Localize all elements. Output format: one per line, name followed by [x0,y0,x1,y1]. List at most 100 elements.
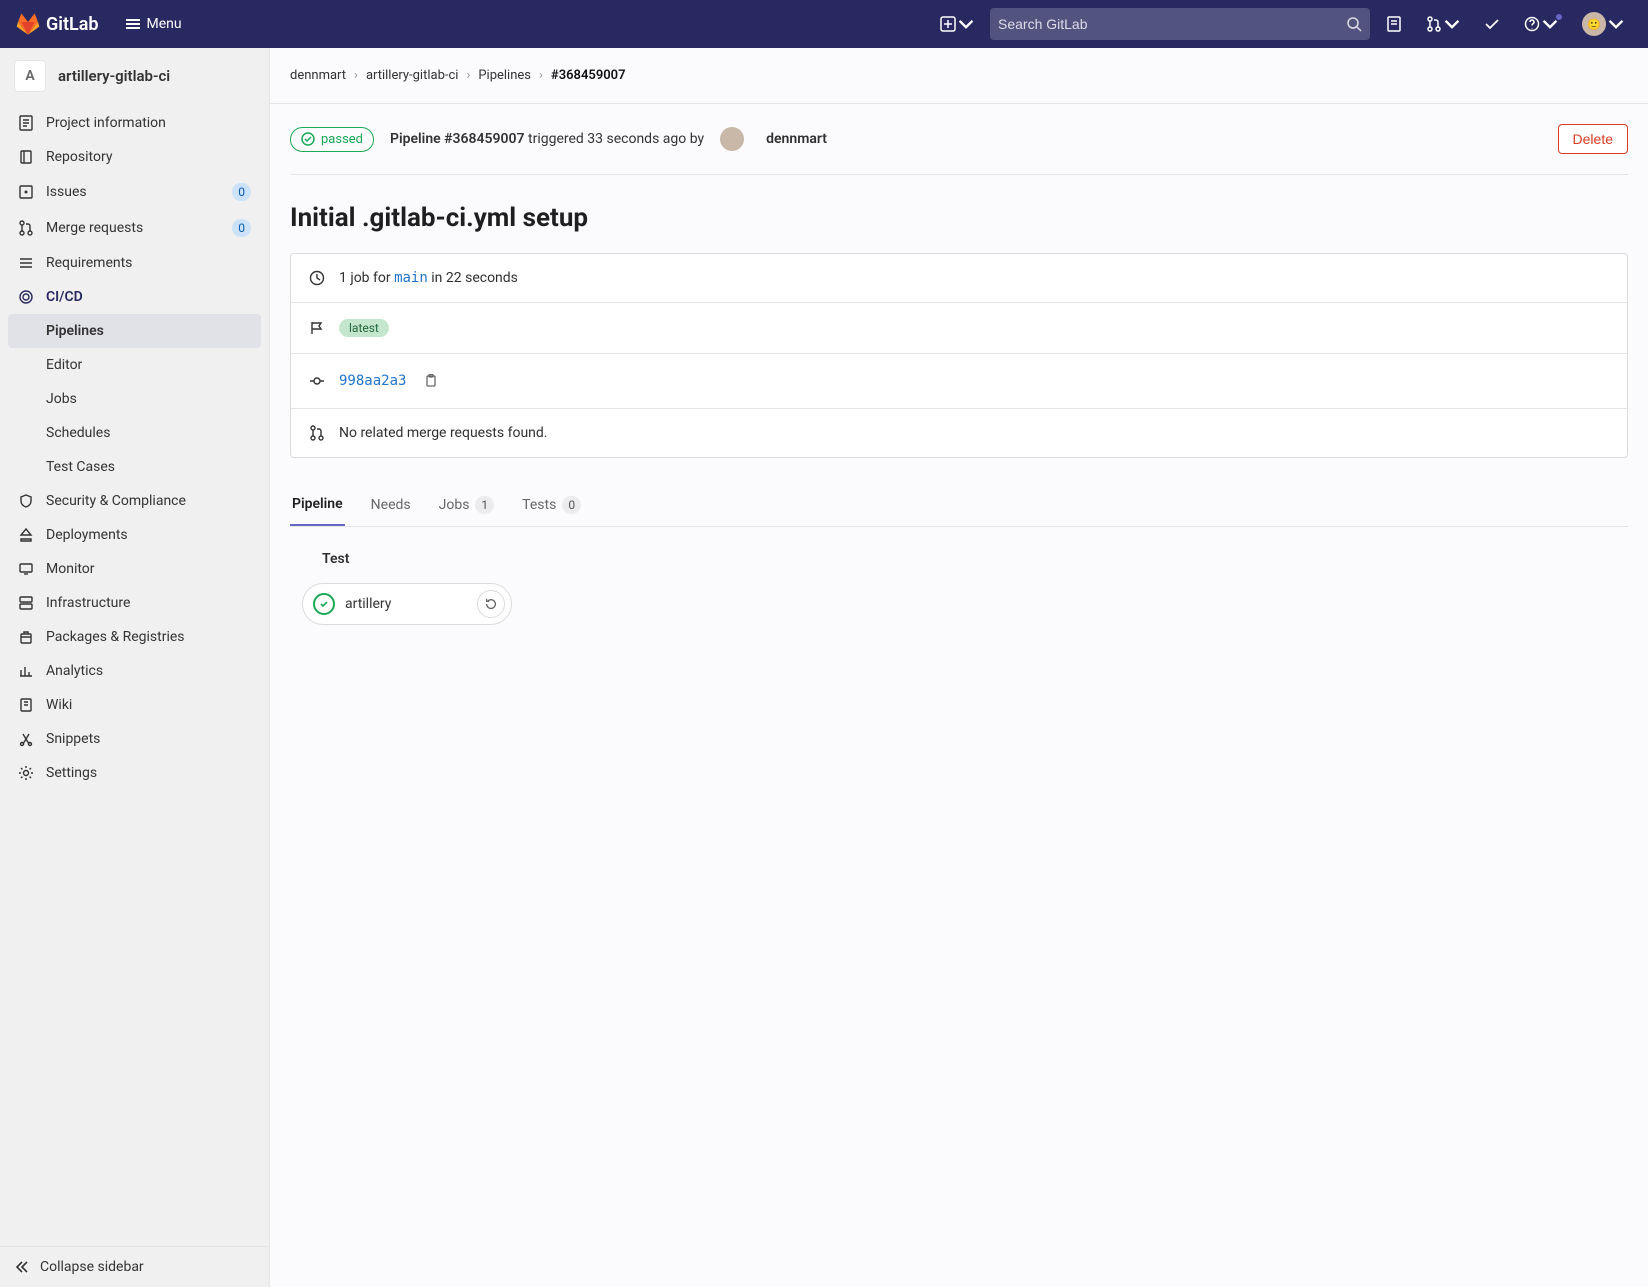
sidebar-item-repo[interactable]: Repository [8,140,261,174]
deploy-icon [18,527,34,543]
infra-icon [18,595,34,611]
create-new-button[interactable] [932,10,982,38]
pipeline-status-badge: passed [290,127,374,152]
analytics-icon [18,663,34,679]
sidebar-item-label: Settings [46,765,97,781]
sidebar-item-wiki[interactable]: Wiki [8,688,261,722]
sidebar-item-label: Project information [46,115,166,131]
job-card[interactable]: artillery [302,583,512,625]
menu-button[interactable]: Menu [115,10,192,38]
issues-icon [18,184,34,200]
req-icon [18,255,34,271]
tab-tests[interactable]: Tests0 [520,484,583,526]
retry-job-button[interactable] [477,590,505,618]
sidebar-item-shield[interactable]: Security & Compliance [8,484,261,518]
sidebar-item-info[interactable]: Project information [8,106,261,140]
clipboard-icon [424,374,438,388]
sidebar-item-req[interactable]: Requirements [8,246,261,280]
gitlab-logo[interactable]: GitLab [16,12,99,36]
collapse-sidebar-button[interactable]: Collapse sidebar [0,1246,269,1287]
project-header[interactable]: A artillery-gitlab-ci [0,48,269,104]
pipeline-title: Initial .gitlab-ci.yml setup [290,175,1628,253]
project-avatar: A [14,60,46,92]
cicd-icon [18,289,34,305]
clock-icon [309,270,325,286]
issue-icon [1386,16,1402,32]
count-badge: 1 [475,496,494,514]
breadcrumb-item[interactable]: dennmart [290,68,346,83]
summary-jobs-row: 1 job for main in 22 seconds [291,254,1627,303]
monitor-icon [18,561,34,577]
tanuki-icon [16,12,40,36]
retry-icon [484,597,498,611]
main-area: dennmart›artillery-gitlab-ci›Pipelines›#… [270,48,1648,1287]
breadcrumb-item: #368459007 [551,68,626,83]
notification-dot [1555,13,1563,21]
wiki-icon [18,697,34,713]
sidebar-item-settings[interactable]: Settings [8,756,261,790]
subnav-item[interactable]: Pipelines [8,314,261,348]
breadcrumbs: dennmart›artillery-gitlab-ci›Pipelines›#… [270,48,1648,104]
subnav-item[interactable]: Test Cases [8,450,261,484]
todos-button[interactable] [1476,10,1508,38]
hamburger-icon [125,16,141,32]
help-button[interactable] [1516,10,1566,38]
shield-icon [18,493,34,509]
delete-pipeline-button[interactable]: Delete [1558,124,1628,154]
merge-request-icon [1426,16,1442,32]
sidebar-item-snippets[interactable]: Snippets [8,722,261,756]
project-name: artillery-gitlab-ci [58,67,170,85]
info-icon [18,115,34,131]
job-name: artillery [345,596,467,612]
summary-tag-row: latest [291,303,1627,354]
merge-requests-shortcut-button[interactable] [1418,10,1468,38]
commit-icon [309,373,325,389]
user-menu-button[interactable]: 🙂 [1574,6,1632,42]
top-nav: GitLab Menu 🙂 [0,0,1648,48]
sidebar-item-label: CI/CD [46,289,83,305]
snippets-icon [18,731,34,747]
breadcrumb-item[interactable]: artillery-gitlab-ci [366,68,459,83]
sidebar-item-label: Packages & Registries [46,629,185,645]
collapse-icon [14,1259,30,1275]
sidebar-item-deploy[interactable]: Deployments [8,518,261,552]
check-circle-icon [301,132,315,146]
menu-label: Menu [147,16,182,32]
sidebar-item-label: Wiki [46,697,72,713]
sidebar-item-issues[interactable]: Issues0 [8,174,261,210]
pipeline-tabs: Pipeline Needs Jobs1 Tests0 [290,484,1628,527]
sidebar-item-label: Merge requests [46,220,143,236]
sidebar-item-label: Analytics [46,663,103,679]
chevron-down-icon [1444,16,1460,32]
tab-needs[interactable]: Needs [369,484,413,526]
issues-shortcut-button[interactable] [1378,10,1410,38]
sidebar-item-cicd[interactable]: CI/CD [8,280,261,314]
copy-sha-button[interactable] [420,370,442,392]
search-field-wrap[interactable] [990,8,1370,40]
settings-icon [18,765,34,781]
sidebar-item-label: Requirements [46,255,132,271]
triggered-by-avatar[interactable] [720,127,744,151]
sidebar-item-mr[interactable]: Merge requests0 [8,210,261,246]
subnav-item[interactable]: Jobs [8,382,261,416]
sidebar-item-infra[interactable]: Infrastructure [8,586,261,620]
search-input[interactable] [998,16,1346,32]
mr-icon [18,220,34,236]
search-icon [1346,16,1362,32]
commit-sha-link[interactable]: 998aa2a3 [339,373,406,389]
repo-icon [18,149,34,165]
sidebar-item-monitor[interactable]: Monitor [8,552,261,586]
subnav-item[interactable]: Schedules [8,416,261,450]
triggered-by-user[interactable]: dennmart [766,131,827,147]
plus-square-icon [940,16,956,32]
tab-pipeline[interactable]: Pipeline [290,484,345,526]
sidebar-item-packages[interactable]: Packages & Registries [8,620,261,654]
pipeline-header: passed Pipeline #368459007 triggered 33 … [290,124,1628,175]
breadcrumb-item[interactable]: Pipelines [478,68,531,83]
todo-icon [1484,16,1500,32]
sidebar-item-label: Deployments [46,527,128,543]
tab-jobs[interactable]: Jobs1 [437,484,497,526]
branch-link[interactable]: main [394,270,428,286]
subnav-item[interactable]: Editor [8,348,261,382]
sidebar-item-analytics[interactable]: Analytics [8,654,261,688]
